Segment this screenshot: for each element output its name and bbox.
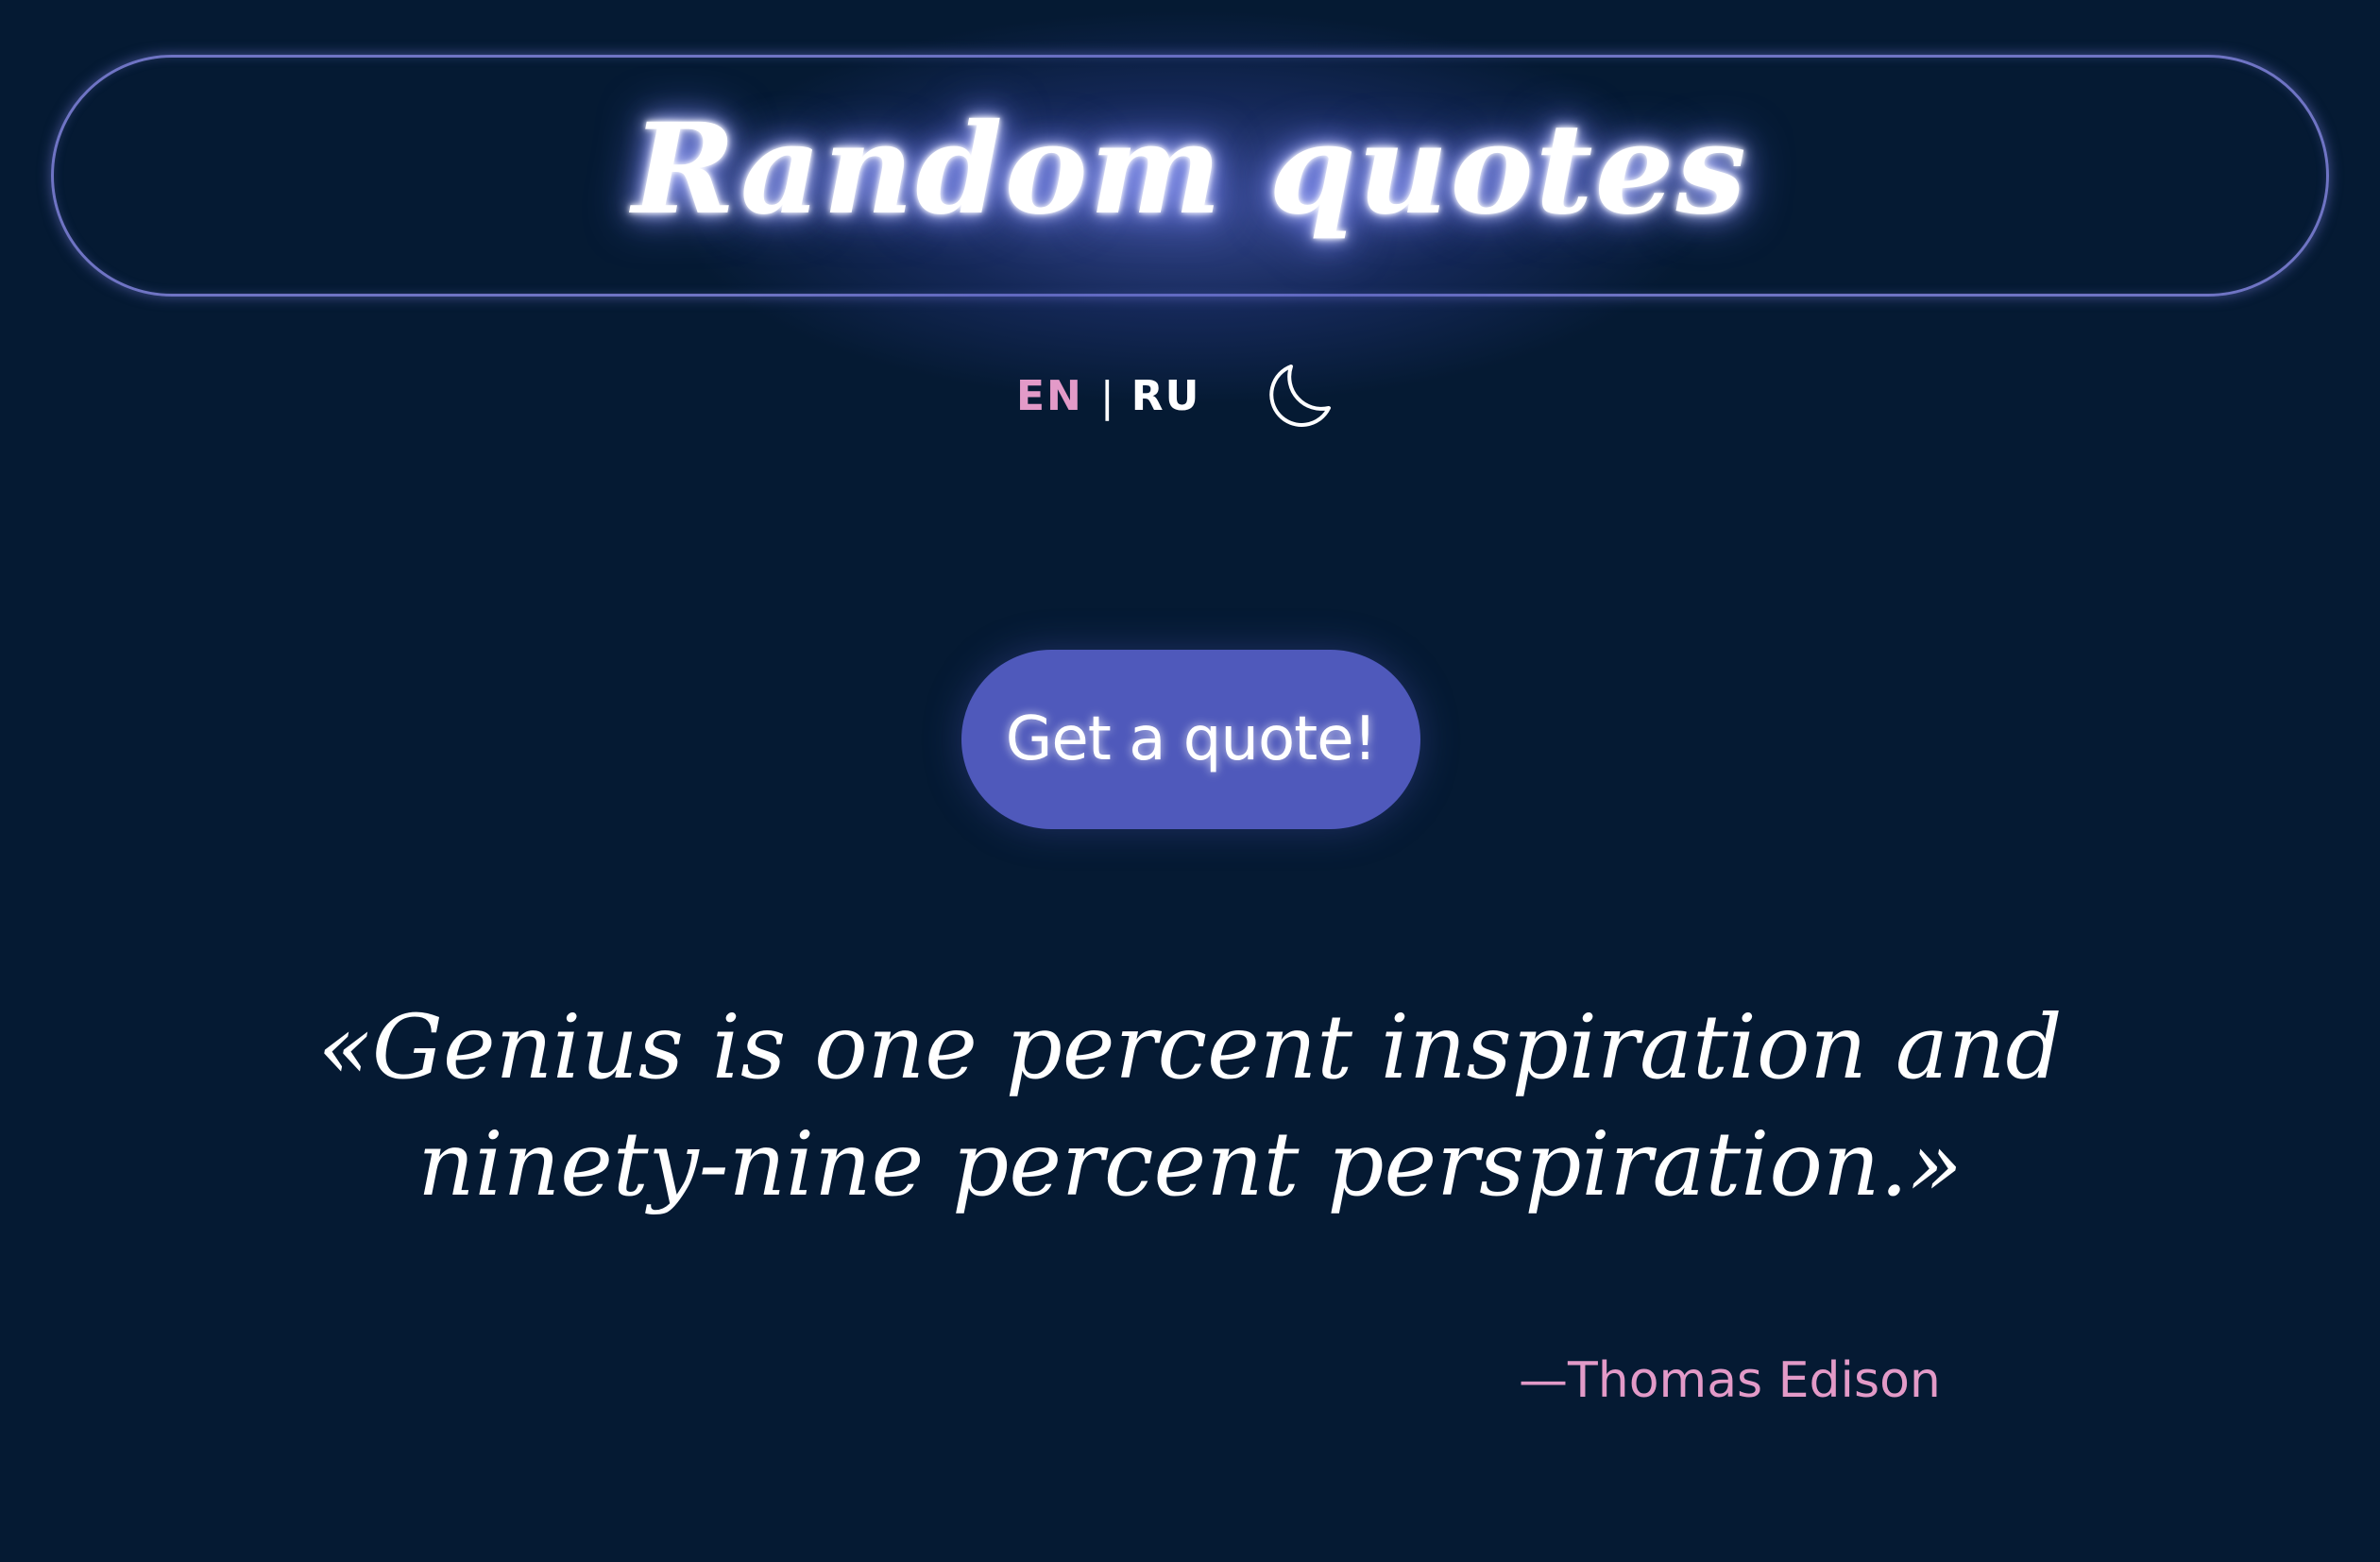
lang-en-button[interactable]: EN — [1016, 376, 1083, 417]
page: Random quotes EN | RU Get a quote! «Geni… — [0, 0, 2380, 1562]
header-controls: EN | RU — [1016, 349, 1334, 444]
theme-toggle-button[interactable] — [1263, 361, 1334, 433]
moon-icon — [1269, 365, 1332, 427]
lang-ru-button[interactable]: RU — [1131, 376, 1201, 417]
site-title: Random quotes — [632, 96, 1748, 243]
lang-separator: | — [1099, 372, 1114, 421]
site-header: Random quotes — [51, 8, 2329, 406]
get-quote-button[interactable]: Get a quote! — [961, 650, 1420, 829]
quote-author: —Thomas Edison — [1519, 1352, 1941, 1409]
quote-text: «Genius is one percent inspiration and n… — [317, 996, 2063, 1216]
